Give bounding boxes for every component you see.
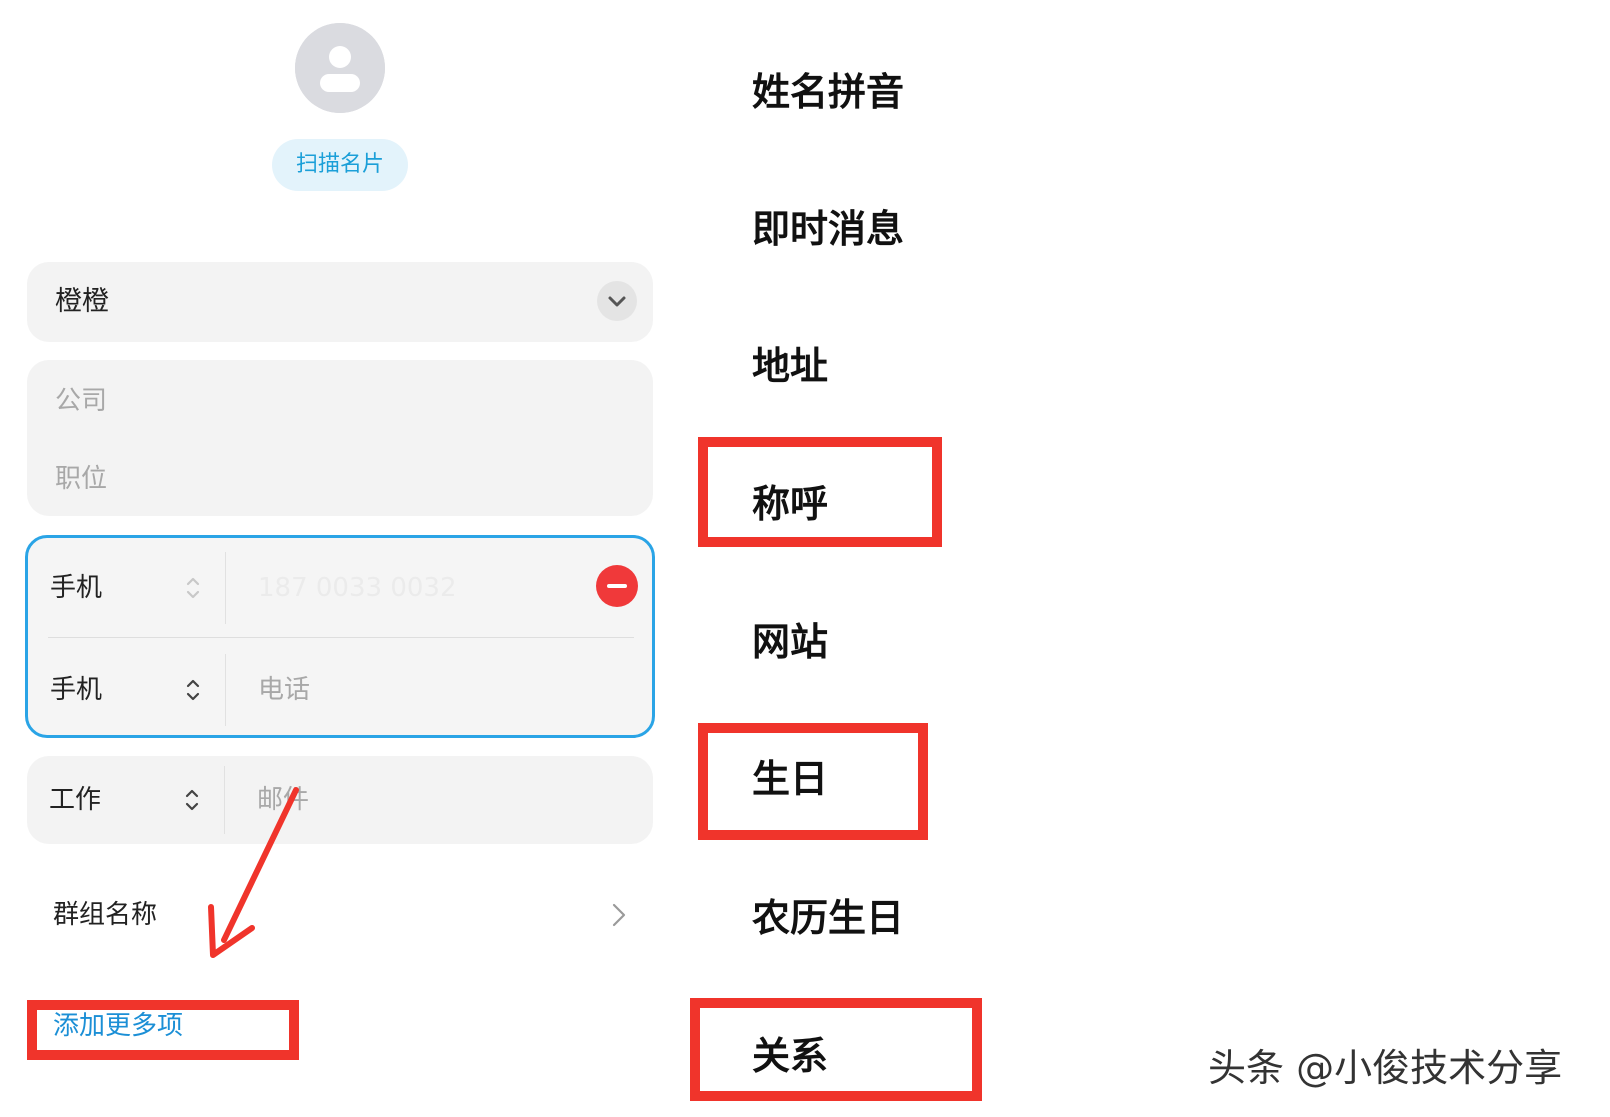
group-row[interactable]: 群组名称 [27, 880, 653, 950]
option-address[interactable]: 地址 [752, 341, 828, 391]
up-down-chevron-icon[interactable] [185, 574, 201, 602]
chevron-down-icon[interactable] [597, 281, 637, 321]
avatar[interactable] [295, 23, 385, 113]
person-icon [295, 23, 385, 113]
annotation-box-birthday [698, 723, 928, 840]
phone-row: 手机 187 0033 0032 [28, 538, 652, 638]
company-position-card: 公司 职位 [27, 360, 653, 516]
annotation-box-nickname [698, 437, 942, 547]
option-lunar-birthday[interactable]: 农历生日 [752, 893, 904, 943]
scan-card-button[interactable]: 扫描名片 [272, 139, 408, 191]
option-instant-message[interactable]: 即时消息 [752, 204, 904, 254]
option-pinyin[interactable]: 姓名拼音 [752, 67, 904, 117]
phone-number-field[interactable]: 187 0033 0032 [258, 538, 457, 638]
phone-card: 手机 187 0033 0032 手机 电话 [25, 535, 655, 738]
phone-row: 手机 电话 [28, 640, 652, 740]
divider [225, 552, 226, 624]
group-label: 群组名称 [53, 900, 158, 930]
phone-number-field[interactable]: 电话 [258, 640, 310, 740]
divider [224, 766, 225, 834]
position-field[interactable]: 职位 [55, 458, 107, 495]
email-card: 工作 邮件 [27, 756, 653, 844]
minus-circle-icon[interactable] [596, 565, 638, 607]
chevron-right-icon [612, 903, 626, 927]
option-website[interactable]: 网站 [752, 617, 828, 667]
divider [48, 637, 634, 638]
annotation-box-add-more [27, 1000, 299, 1060]
up-down-chevron-icon[interactable] [185, 676, 201, 704]
phone-type-label[interactable]: 手机 [50, 640, 102, 740]
email-field[interactable]: 邮件 [257, 756, 309, 844]
phone-type-label[interactable]: 手机 [50, 538, 102, 638]
company-field[interactable]: 公司 [55, 380, 107, 417]
watermark: 头条 @小俊技术分享 [1208, 1046, 1563, 1090]
divider [225, 654, 226, 726]
up-down-chevron-icon[interactable] [184, 786, 200, 814]
annotation-box-relationship [690, 998, 982, 1101]
email-type-label[interactable]: 工作 [49, 756, 101, 844]
name-field[interactable]: 橙橙 [27, 262, 653, 342]
name-value: 橙橙 [55, 286, 109, 317]
